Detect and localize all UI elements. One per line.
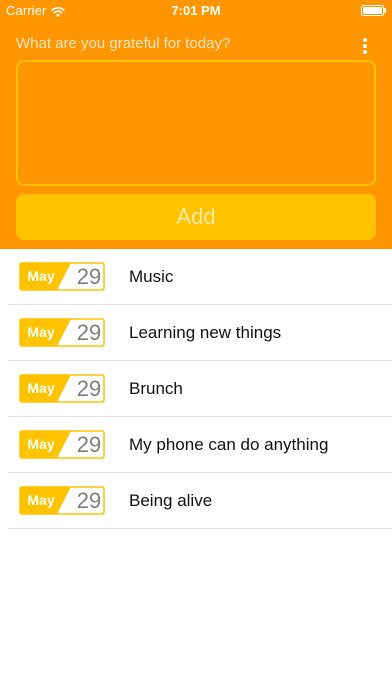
date-month: May xyxy=(27,324,55,340)
add-button[interactable]: Add xyxy=(16,194,376,240)
entry-text: Brunch xyxy=(129,379,183,398)
gratitude-prompt: What are you grateful for today? xyxy=(16,35,231,52)
list-item[interactable]: May 29 My phone can do anything xyxy=(0,417,392,473)
date-month: May xyxy=(27,268,55,284)
date-day: 29 xyxy=(76,432,102,457)
date-month: May xyxy=(27,492,55,508)
date-badge: May 29 xyxy=(19,318,105,347)
date-badge: May 29 xyxy=(19,262,105,291)
list-item[interactable]: May 29 Music xyxy=(0,249,392,305)
list-item[interactable]: May 29 Being alive xyxy=(0,473,392,529)
entry-text: Being alive xyxy=(129,491,213,510)
status-bar: Carrier 7:01 PM xyxy=(0,0,392,20)
entry-text: My phone can do anything xyxy=(129,435,329,454)
status-time: 7:01 PM xyxy=(171,3,221,18)
list-item[interactable]: May 29 Brunch xyxy=(0,361,392,417)
date-day: 29 xyxy=(76,488,102,513)
row-divider xyxy=(8,528,392,529)
gratitude-list: May 29 Music May 29 Learning new things … xyxy=(0,249,392,529)
date-day: 29 xyxy=(76,264,102,289)
entry-text: Music xyxy=(129,267,174,286)
date-day: 29 xyxy=(76,376,102,401)
list-item[interactable]: May 29 Learning new things xyxy=(0,305,392,361)
date-month: May xyxy=(27,436,55,452)
date-month: May xyxy=(27,380,55,396)
date-badge: May 29 xyxy=(19,430,105,459)
date-badge: May 29 xyxy=(19,486,105,515)
gratitude-entry-field[interactable] xyxy=(16,60,376,186)
date-day: 29 xyxy=(76,320,102,345)
date-badge: May 29 xyxy=(19,374,105,403)
more-vertical-icon[interactable] xyxy=(360,37,370,55)
battery-icon xyxy=(361,5,386,16)
entry-text: Learning new things xyxy=(129,323,282,342)
composer-header: Carrier 7:01 PM What are you grateful fo… xyxy=(0,0,392,249)
